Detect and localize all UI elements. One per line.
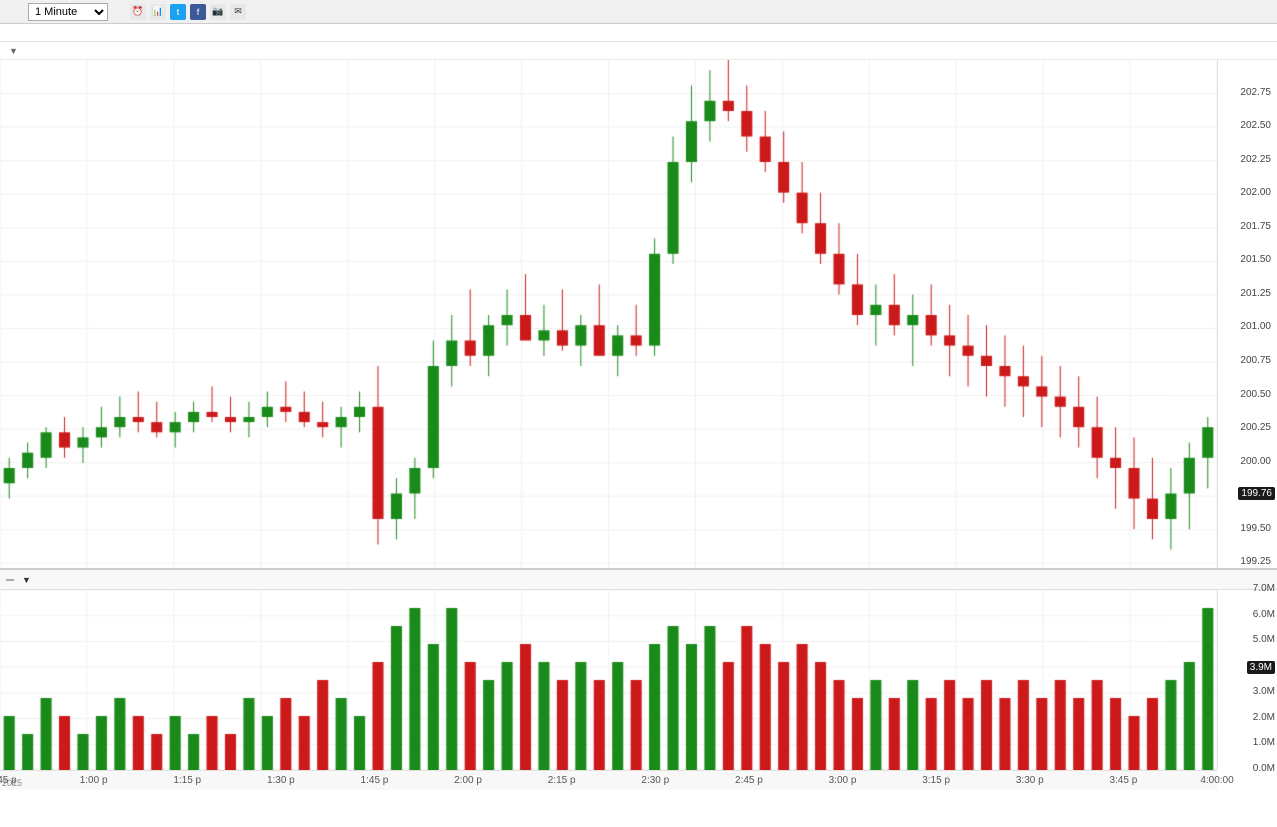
- time-tick-label: 3:00 p: [829, 775, 857, 786]
- price-tick-label: 200.50: [1240, 389, 1275, 400]
- volume-tick-label: 5.0M: [1253, 634, 1275, 645]
- price-tick-label: 201.25: [1240, 288, 1275, 299]
- time-tick-label: 3:30 p: [1016, 775, 1044, 786]
- time-tick-label: 1:00 p: [80, 775, 108, 786]
- price-tick-label: 200.25: [1240, 422, 1275, 433]
- volume-tick-label: 7.0M: [1253, 583, 1275, 594]
- time-tick-label: 2:45 p: [735, 775, 763, 786]
- price-tick-label: 200.00: [1240, 456, 1275, 467]
- social-icons-group: ⏰ 📊 t f 📷 ✉: [130, 4, 246, 20]
- alarm-icon[interactable]: ⏰: [130, 4, 146, 20]
- price-history-dropdown-arrow[interactable]: ▼: [9, 46, 18, 56]
- price-tick-label: 202.75: [1240, 87, 1275, 98]
- volume-canvas: [0, 590, 1217, 770]
- price-axis: 202.75 202.50 202.25 202.00 201.75 201.50 201.…: [1217, 60, 1277, 568]
- volume-dropdown-arrow[interactable]: ▼: [22, 575, 31, 585]
- chart-container: 202.75 202.50 202.25 202.00 201.75 201.50 201.…: [0, 60, 1277, 790]
- add-indicator-button[interactable]: [14, 11, 20, 13]
- volume-panel: ▼ 7.0M6.0M5.0M4.0M3.0M2.0M1.0M0.0M3.9M 1…: [0, 570, 1277, 790]
- price-tick-label: 202.50: [1240, 120, 1275, 131]
- price-tick-label: 200.75: [1240, 355, 1275, 366]
- time-tick-label: 2:30 p: [641, 775, 669, 786]
- time-tick-label: 3:45 p: [1109, 775, 1137, 786]
- price-tick-label: 202.25: [1240, 154, 1275, 165]
- chart-icon[interactable]: 📊: [150, 4, 166, 20]
- volume-tick-label: 3.0M: [1253, 686, 1275, 697]
- volume-tick-label: 1.0M: [1253, 737, 1275, 748]
- time-tick-label: 2:00 p: [454, 775, 482, 786]
- toolbar: 1 Minute 5 Minutes 15 Minutes 1 Hour 1 D…: [0, 0, 1277, 24]
- volume-close-button[interactable]: [6, 579, 14, 581]
- main-chart: 202.75 202.50 202.25 202.00 201.75 201.50 201.…: [0, 60, 1277, 570]
- volume-tick-label: 2.0M: [1253, 712, 1275, 723]
- volume-tick-label: 0.0M: [1253, 763, 1275, 774]
- time-tick-label: 3:15 p: [922, 775, 950, 786]
- time-axis: 12:45 p1:00 p1:15 p1:30 p1:45 p2:00 p2:1…: [0, 770, 1217, 790]
- price-tick-label: 201.00: [1240, 321, 1275, 332]
- price-tick-label: 199.50: [1240, 523, 1275, 534]
- price-tick-label: 201.75: [1240, 221, 1275, 232]
- envelope-icon[interactable]: ✉: [230, 4, 246, 20]
- twitter-icon[interactable]: t: [170, 4, 186, 20]
- time-tick-label: 2:15 p: [548, 775, 576, 786]
- price-tick-label: 202.00: [1240, 187, 1275, 198]
- volume-axis: 7.0M6.0M5.0M4.0M3.0M2.0M1.0M0.0M3.9M: [1217, 590, 1277, 770]
- time-tick-label: 4:00:00: [1200, 775, 1233, 786]
- settings-button[interactable]: [116, 11, 122, 13]
- main-chart-area: [0, 60, 1217, 568]
- candlestick-canvas: [0, 60, 1217, 570]
- volume-tick-label: 6.0M: [1253, 609, 1275, 620]
- price-tick-label: 201.50: [1240, 254, 1275, 265]
- chart-date-label: 2015: [2, 778, 22, 788]
- price-history-label-bar: ▼: [0, 42, 1277, 60]
- interval-select[interactable]: 1 Minute 5 Minutes 15 Minutes 1 Hour 1 D…: [28, 3, 108, 21]
- current-volume-label: 3.9M: [1247, 661, 1275, 674]
- facebook-icon[interactable]: f: [190, 4, 206, 20]
- time-tick-label: 1:45 p: [361, 775, 389, 786]
- time-tick-label: 1:30 p: [267, 775, 295, 786]
- volume-chart-area: [0, 590, 1217, 770]
- price-tick-label: 199.25: [1240, 556, 1275, 567]
- current-price-label: 199.76: [1238, 487, 1275, 500]
- time-tick-label: 1:15 p: [173, 775, 201, 786]
- volume-header: ▼: [0, 570, 1277, 590]
- camera-icon[interactable]: 📷: [210, 4, 226, 20]
- subtitle-bar: [0, 24, 1277, 42]
